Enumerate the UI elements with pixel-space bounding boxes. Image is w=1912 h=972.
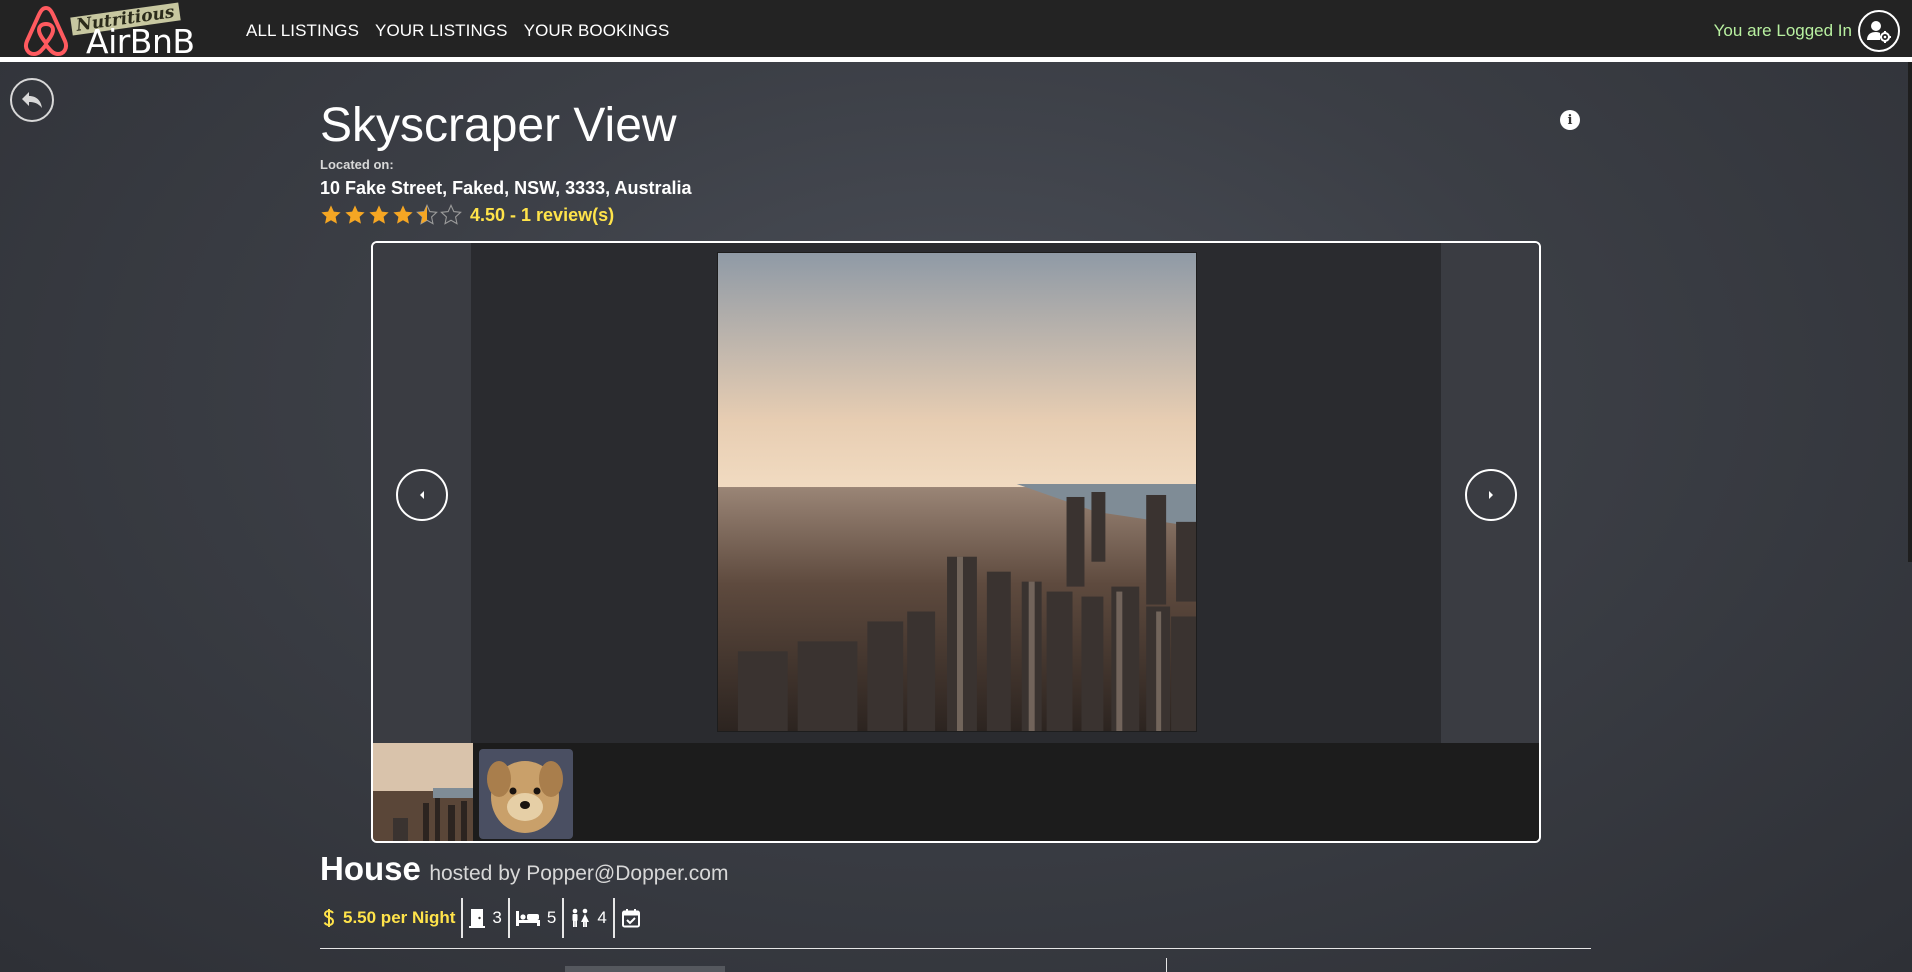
door-icon [469, 909, 486, 928]
account-button[interactable] [1858, 10, 1900, 52]
listing-title: Skyscraper View [320, 99, 677, 152]
beds-stat: 5 [510, 898, 565, 938]
star-full-icon [369, 205, 389, 224]
horizontal-scrollbar-thumb[interactable] [565, 966, 725, 972]
star-half-icon [416, 204, 438, 225]
listing-photo-city-skyline [717, 252, 1197, 732]
star-rating [320, 204, 462, 226]
section-divider [320, 948, 1591, 949]
caret-left-icon [420, 491, 424, 499]
bathrooms-stat: 4 [564, 898, 615, 938]
vertical-scrollbar[interactable] [1908, 62, 1912, 562]
nav-your-listings[interactable]: YOUR LISTINGS [375, 21, 508, 41]
user-gear-icon [1867, 21, 1891, 43]
listing-stats: 5.50 per Night 3 5 4 [320, 898, 647, 938]
beds-count: 5 [546, 908, 557, 927]
property-heading: House hosted by Popper@Dopper.com [320, 850, 728, 888]
located-label: Located on: [320, 157, 394, 172]
dog-thumbnail[interactable] [479, 749, 573, 839]
dollar-icon [323, 909, 335, 927]
account-area: You are Logged In [1714, 10, 1900, 52]
star-full-icon [393, 205, 413, 224]
login-status: You are Logged In [1713, 21, 1852, 40]
bathrooms-count: 4 [597, 908, 607, 927]
bedrooms-stat: 3 [463, 898, 510, 938]
carousel-next-button[interactable] [1465, 469, 1517, 521]
nav-your-bookings[interactable]: YOUR BOOKINGS [524, 21, 670, 41]
bedrooms-count: 3 [492, 908, 502, 927]
info-icon[interactable]: i [1560, 110, 1580, 130]
image-carousel [371, 241, 1541, 843]
airbnb-logo-icon [23, 6, 69, 56]
top-navbar: Nutritious AirBnB ALL LISTINGS YOUR LIST… [0, 0, 1912, 62]
thumbnail-strip [373, 743, 1539, 843]
carousel-prev-button[interactable] [396, 469, 448, 521]
carousel-slide-area [373, 243, 1539, 743]
star-empty-icon [440, 204, 462, 225]
divider-tick [1166, 958, 1167, 972]
logo-text: AirBnB [86, 22, 195, 61]
price-per-night: 5.50 per Night [343, 908, 456, 927]
host-info: hosted by Popper@Dopper.com [429, 862, 729, 885]
reply-arrow-icon [22, 92, 42, 108]
price-stat: 5.50 per Night [320, 898, 464, 938]
back-button[interactable] [10, 78, 54, 122]
restroom-icon [572, 908, 590, 927]
star-full-icon [321, 205, 341, 224]
rating-row: 4.50 - 1 review(s) [320, 204, 614, 226]
listing-address: 10 Fake Street, Faked, NSW, 3333, Austra… [320, 178, 692, 198]
airbnb-logo[interactable]: Nutritious AirBnB [22, 2, 202, 61]
bed-icon [515, 911, 540, 926]
calendar-check-icon [621, 909, 640, 928]
property-type: House [320, 850, 421, 887]
availability-stat[interactable] [615, 898, 647, 938]
main-nav: ALL LISTINGS YOUR LISTINGS YOUR BOOKINGS [246, 21, 669, 41]
caret-right-icon [1489, 491, 1493, 499]
city-skyline-thumbnail[interactable] [373, 743, 473, 843]
reviews-link[interactable]: 4.50 - 1 review(s) [470, 205, 614, 226]
nav-all-listings[interactable]: ALL LISTINGS [246, 21, 359, 41]
star-full-icon [345, 205, 365, 224]
